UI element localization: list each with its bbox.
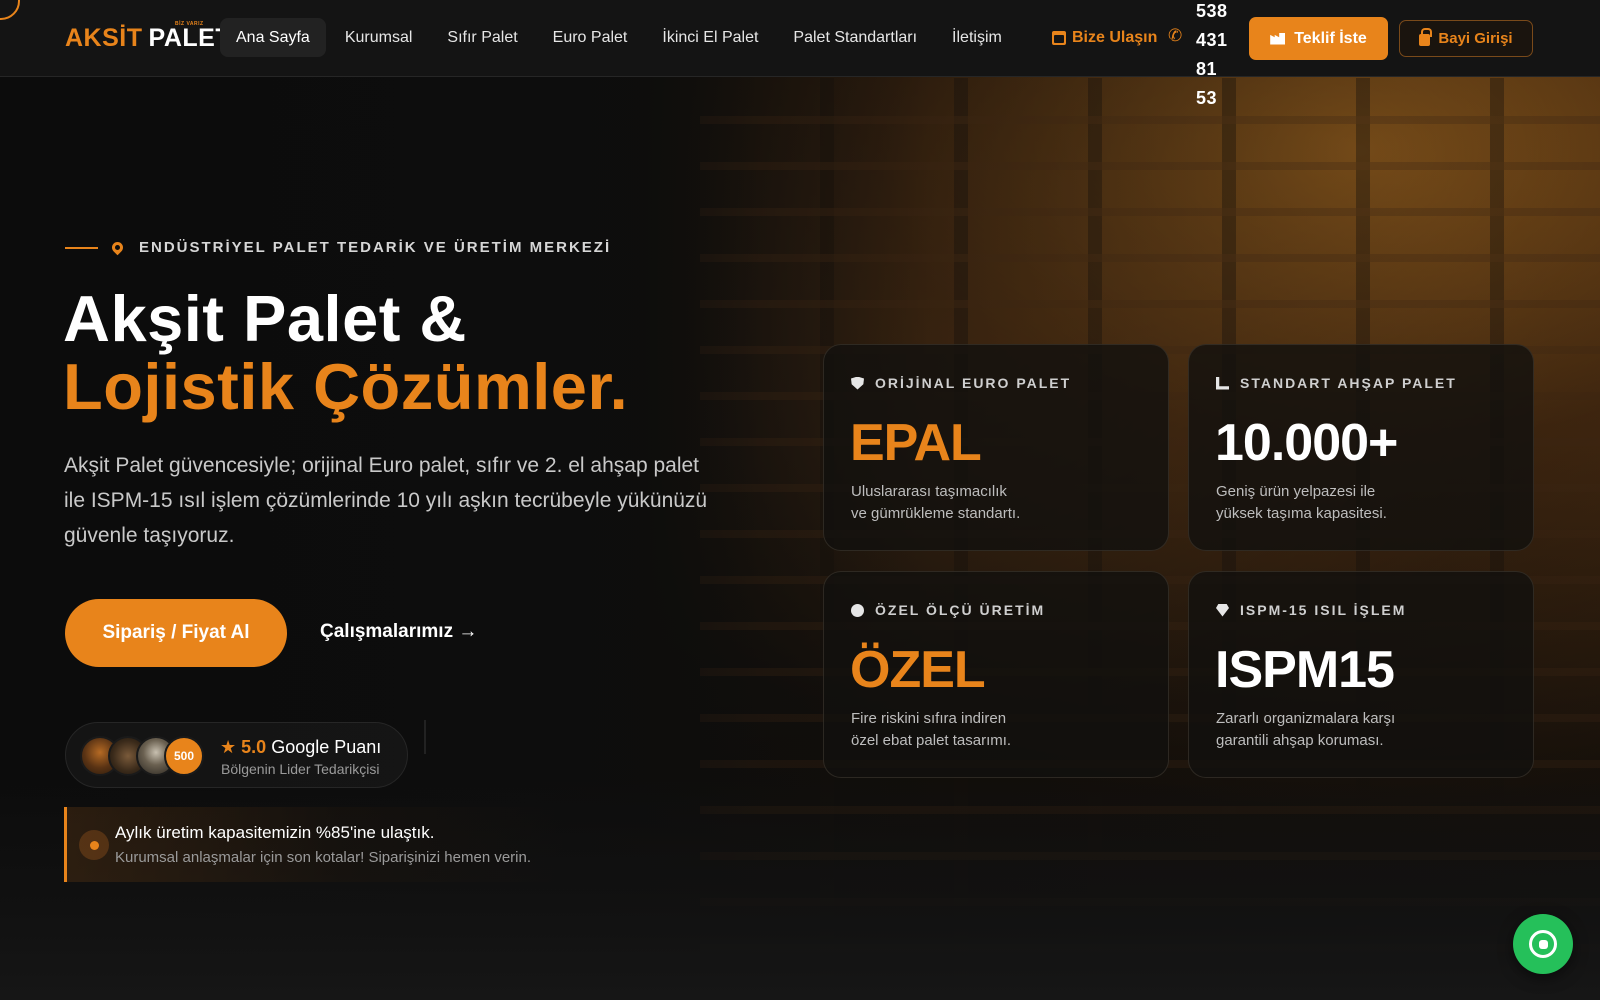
nav-link-used-pallet[interactable]: İkinci El Palet — [646, 18, 774, 57]
hero-headline: Akşit Palet & Lojistik Çözümler. — [63, 285, 628, 421]
feature-card-epal: ORİJİNAL EURO PALET EPAL Uluslararası ta… — [823, 344, 1169, 551]
card-label: STANDART AHŞAP PALET — [1216, 375, 1457, 391]
logo-primary: AKSİT — [65, 24, 143, 52]
location-pin-icon — [109, 239, 126, 256]
gem-icon — [1216, 603, 1229, 617]
phone-number[interactable]: 538 431 81 53 — [1196, 0, 1244, 113]
status-dot-icon — [79, 830, 109, 860]
phone-number-part: 431 — [1196, 30, 1228, 50]
customer-avatars: 500 — [80, 736, 210, 776]
feature-card-custom: ÖZEL ÖLÇÜ ÜRETİM ÖZEL Fire riskini sıfır… — [823, 571, 1169, 778]
feature-card-ispm15: ISPM-15 ISIL İŞLEM ISPM15 Zararlı organi… — [1188, 571, 1534, 778]
card-description-line: yüksek taşıma kapasitesi. — [1216, 505, 1387, 522]
nav-link-home[interactable]: Ana Sayfa — [220, 18, 326, 57]
rating-subtitle: Bölgenin Lider Tedarikçisi — [221, 761, 380, 777]
whatsapp-button[interactable] — [1513, 914, 1573, 974]
rating-score: 5.0 — [241, 737, 267, 757]
hero-lead-text: Akşit Palet güvencesiyle; orijinal Euro … — [64, 454, 708, 547]
card-description-line: Geniş ürün yelpazesi ile — [1216, 483, 1376, 500]
calendar-icon — [1052, 31, 1066, 45]
card-description-line: Zararlı organizmalara karşı — [1216, 710, 1396, 727]
palette-icon — [851, 603, 864, 617]
card-value: ISPM15 — [1215, 641, 1395, 699]
logo-tagline: BİZ VARIZ — [175, 21, 204, 27]
card-label-text: ISPM-15 ISIL İŞLEM — [1240, 602, 1407, 618]
card-description: Uluslararası taşımacılık ve gümrükleme s… — [851, 481, 1051, 525]
chart-icon — [1216, 376, 1229, 390]
notice-subtitle: Kurumsal anlaşmalar için son kotalar! Si… — [115, 849, 532, 866]
phone-icon[interactable]: ✆ — [1168, 26, 1182, 46]
card-description-line: ve gümrükleme standartı. — [851, 505, 1021, 522]
hero-eyebrow: ENDÜSTRİYEL PALET TEDARİK VE ÜRETİM MERK… — [65, 239, 611, 256]
card-value: ÖZEL — [850, 641, 986, 699]
feature-card-standard: STANDART AHŞAP PALET 10.000+ Geniş ürün … — [1188, 344, 1534, 551]
nav-link-euro-pallet[interactable]: Euro Palet — [537, 18, 644, 57]
logo-secondary: PALET — [148, 24, 232, 52]
rating-score-line: ★ 5.0 Google Puanı — [220, 737, 381, 758]
headline-line-2: Lojistik Çözümler. — [63, 350, 629, 423]
contact-us-label: Bize Ulaşın — [1072, 29, 1158, 46]
card-description: Fire riskini sıfıra indiren özel ebat pa… — [851, 708, 1051, 752]
card-description-line: Uluslararası taşımacılık — [851, 483, 1007, 500]
card-description-line: garantili ahşap koruması. — [1216, 732, 1384, 749]
navbar: AKSİT PALET BİZ VARIZ Ana Sayfa Kurumsal… — [0, 0, 1600, 108]
notice-title: Aylık üretim kapasitemizin %85'ine ulaşt… — [115, 823, 435, 842]
divider — [424, 720, 426, 754]
nav-link-contact[interactable]: İletişim — [936, 18, 1018, 57]
rating-label: Google Puanı — [271, 737, 382, 757]
card-description: Zararlı organizmalara karşı garantili ah… — [1216, 708, 1416, 752]
card-label-text: ORİJİNAL EURO PALET — [875, 375, 1072, 391]
card-description-line: özel ebat palet tasarımı. — [851, 732, 1012, 749]
phone-number-part: 81 — [1196, 59, 1218, 79]
dealer-login-button[interactable]: Bayi Girişi — [1399, 20, 1533, 57]
lock-icon — [1419, 28, 1433, 46]
capacity-notice: Aylık üretim kapasitemizin %85'ine ulaşt… — [64, 807, 564, 882]
card-label: ISPM-15 ISIL İŞLEM — [1216, 602, 1406, 618]
card-value: EPAL — [850, 414, 982, 472]
request-quote-label: Teklif İste — [1294, 29, 1367, 47]
card-label-text: STANDART AHŞAP PALET — [1240, 375, 1457, 391]
logo[interactable]: AKSİT PALET BİZ VARIZ — [65, 21, 232, 53]
factory-icon — [1270, 32, 1286, 45]
eyebrow-line — [65, 246, 98, 249]
main-nav: Ana Sayfa Kurumsal Sıfır Palet Euro Pale… — [220, 18, 1021, 57]
phone-number-part: 53 — [1196, 88, 1218, 108]
card-label: ÖZEL ÖLÇÜ ÜRETİM — [851, 602, 1045, 618]
shield-icon — [851, 376, 864, 390]
card-label-text: ÖZEL ÖLÇÜ ÜRETİM — [875, 602, 1046, 618]
whatsapp-icon — [1529, 930, 1557, 958]
nav-link-corporate[interactable]: Kurumsal — [329, 18, 429, 57]
request-quote-button[interactable]: Teklif İste — [1249, 17, 1388, 60]
nav-link-new-pallet[interactable]: Sıfır Palet — [431, 18, 533, 57]
order-price-button[interactable]: Sipariş / Fiyat Al — [65, 599, 287, 667]
card-description: Geniş ürün yelpazesi ile yüksek taşıma k… — [1216, 481, 1416, 525]
phone-number-part: 538 — [1196, 1, 1228, 21]
headline-line-1: Akşit Palet & — [63, 282, 467, 355]
card-value: 10.000+ — [1215, 414, 1398, 472]
card-label: ORİJİNAL EURO PALET — [851, 375, 1071, 391]
dealer-login-label: Bayi Girişi — [1438, 30, 1513, 47]
nav-link-pallet-standards[interactable]: Palet Standartları — [777, 18, 933, 57]
star-icon: ★ — [220, 737, 237, 757]
eyebrow-text: ENDÜSTRİYEL PALET TEDARİK VE ÜRETİM MERK… — [139, 239, 612, 256]
card-description-line: Fire riskini sıfıra indiren — [851, 710, 1007, 727]
contact-us-link[interactable]: Bize Ulaşın — [1052, 29, 1157, 47]
our-works-link[interactable]: Çalışmalarımız → — [320, 621, 477, 643]
avatar-count-badge: 500 — [164, 736, 204, 776]
google-rating-badge[interactable]: 500 ★ 5.0 Google Puanı Bölgenin Lider Te… — [65, 722, 408, 788]
